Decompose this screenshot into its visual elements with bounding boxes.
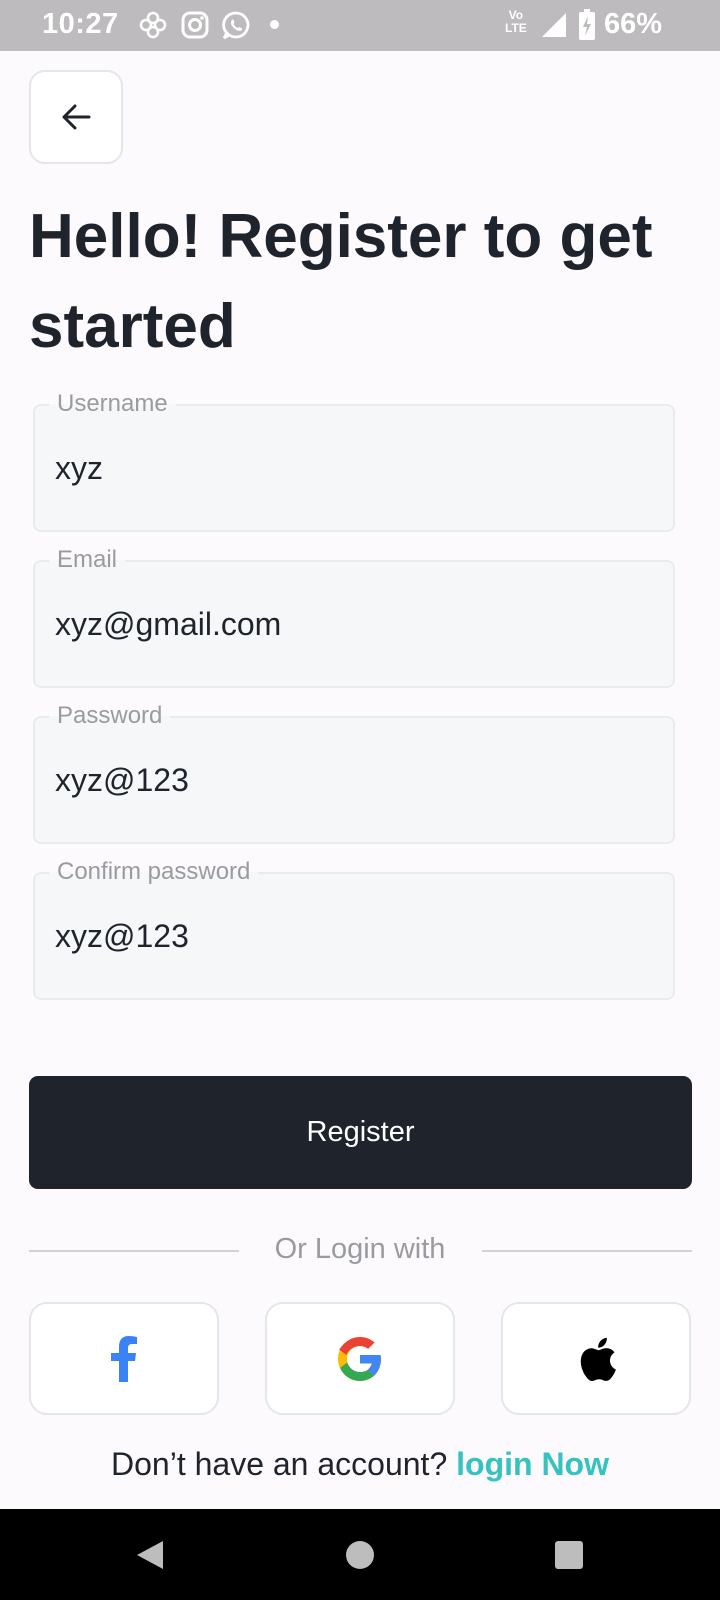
page-title: Hello! Register to get started [29,202,653,361]
home-nav-icon[interactable] [344,1539,376,1571]
password-input[interactable] [55,762,655,799]
facebook-icon [111,1335,137,1382]
status-bar: 10:27 Vo LTE 66% [0,0,720,51]
username-input[interactable] [55,450,655,487]
username-field[interactable]: Username [33,389,675,532]
battery-percentage: 66% [604,8,663,40]
apple-icon [580,1337,616,1381]
volte-indicator: Vo LTE [505,9,527,35]
divider-right [482,1250,692,1252]
back-button[interactable] [29,70,123,164]
username-label: Username [49,389,176,419]
register-button[interactable]: Register [29,1076,692,1189]
navigation-bar [0,1509,720,1600]
status-time: 10:27 [42,8,119,40]
facebook-login-button[interactable] [29,1302,219,1415]
whatsapp-icon [222,11,250,40]
signup-prompt: Don’t have an account? login Now [0,1446,720,1483]
battery-icon [579,9,595,40]
notification-dot [270,20,279,29]
password-field[interactable]: Password [33,701,675,844]
signal-icon [542,13,566,37]
password-label: Password [49,701,171,731]
login-now-link[interactable]: login Now [456,1446,609,1482]
google-icon [338,1336,381,1381]
apple-login-button[interactable] [501,1302,691,1415]
email-label: Email [49,545,126,575]
confirm-password-field[interactable]: Confirm password [33,857,675,1000]
confirm-password-input[interactable] [55,918,655,955]
confirm-password-label: Confirm password [49,857,259,887]
lte-label: LTE [505,21,527,35]
arrow-left-icon [62,104,91,130]
recents-nav-icon[interactable] [553,1539,585,1571]
email-input[interactable] [55,606,655,643]
email-field[interactable]: Email [33,545,675,688]
bluetooth-fan-icon [139,11,167,39]
instagram-icon [181,11,209,39]
back-nav-icon[interactable] [135,1539,167,1571]
signup-prompt-text: Don’t have an account? [111,1446,457,1482]
google-login-button[interactable] [265,1302,455,1415]
